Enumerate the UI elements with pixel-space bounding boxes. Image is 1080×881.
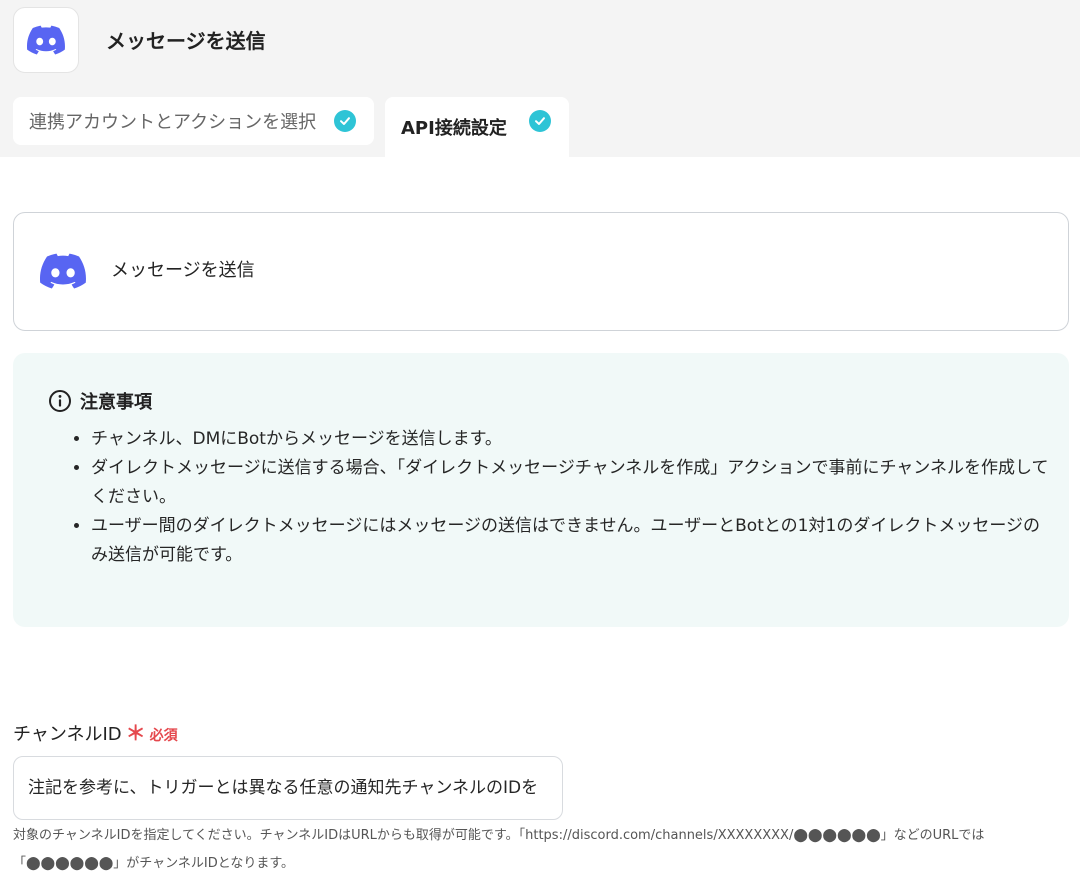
check-icon: [529, 110, 551, 132]
channel-id-input[interactable]: [13, 756, 563, 820]
notice-item: ダイレクトメッセージに送信する場合、「ダイレクトメッセージチャンネルを作成」アク…: [91, 454, 1051, 512]
notice-title: 注意事項: [80, 392, 152, 413]
field-help-text: 対象のチャンネルIDを指定してください。チャンネルIDはURLからも取得が可能で…: [13, 828, 985, 871]
tab-api-settings[interactable]: API接続設定: [385, 97, 569, 157]
discord-icon: [27, 25, 65, 55]
action-label: メッセージを送信: [111, 260, 255, 281]
field-label: チャンネルID ＊ 必須: [13, 717, 178, 746]
field-label-text: チャンネルID: [13, 724, 122, 745]
notice-list: チャンネル、DMにBotからメッセージを送信します。 ダイレクトメッセージに送信…: [69, 425, 1051, 570]
check-icon: [334, 110, 356, 132]
app-icon: [13, 7, 79, 73]
action-card[interactable]: メッセージを送信: [13, 212, 1069, 331]
notice-box: 注意事項 チャンネル、DMにBotからメッセージを送信します。 ダイレクトメッセ…: [13, 353, 1069, 627]
notice-item: ユーザー間のダイレクトメッセージにはメッセージの送信はできません。ユーザーとBo…: [91, 512, 1051, 570]
notice-heading: 注意事項: [48, 388, 152, 414]
tab-select-account-action[interactable]: 連携アカウントとアクションを選択: [13, 97, 374, 145]
page-title: メッセージを送信: [106, 29, 266, 53]
required-asterisk: ＊: [125, 721, 146, 745]
notice-item: チャンネル、DMにBotからメッセージを送信します。: [91, 425, 1051, 454]
info-icon: [49, 390, 71, 412]
tab-label: 連携アカウントとアクションを選択: [29, 112, 317, 133]
discord-icon: [40, 253, 86, 289]
tab-label: API接続設定: [401, 118, 507, 139]
required-badge: 必須: [149, 728, 178, 744]
